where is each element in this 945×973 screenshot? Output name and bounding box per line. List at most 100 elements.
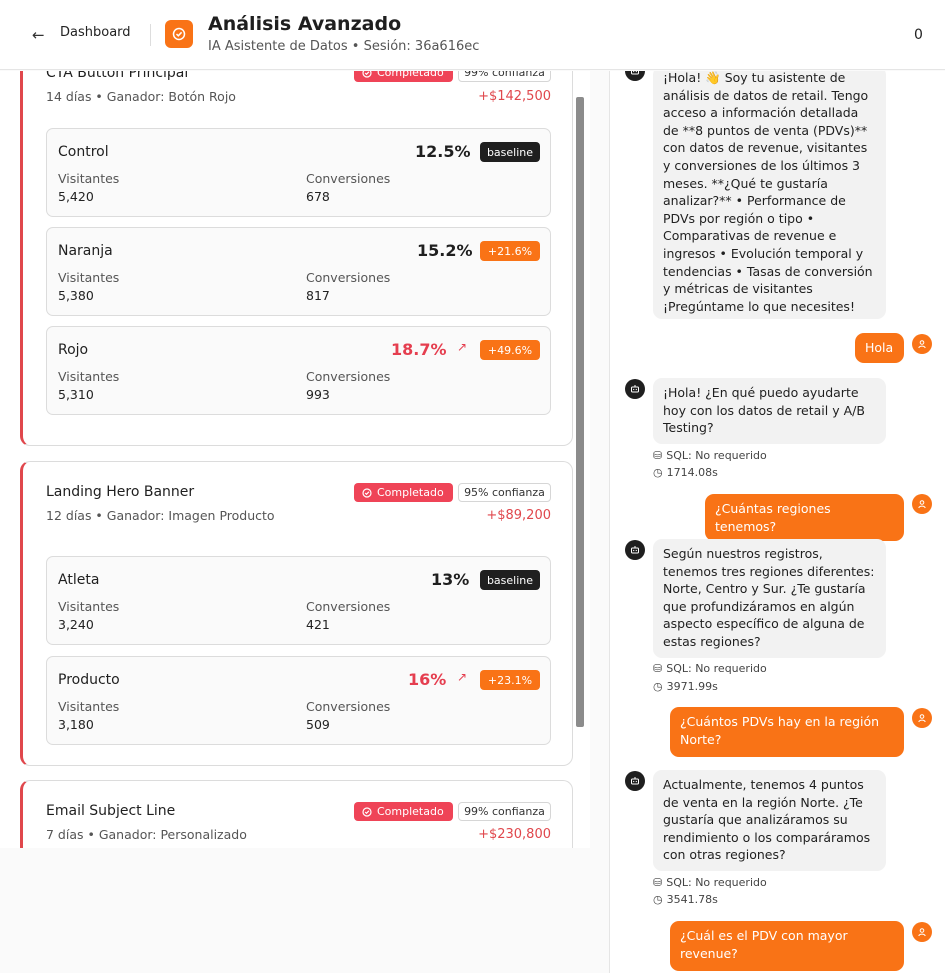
- test-revenue: +$142,500: [478, 89, 551, 104]
- conversions-label: Conversiones: [306, 599, 391, 614]
- conversions-value: 817: [306, 288, 330, 303]
- conversions-label: Conversiones: [306, 369, 391, 384]
- variant-card: Naranja 15.2% +21.6% Visitantes 5,380 Co…: [46, 227, 551, 316]
- visitors-value: 5,420: [58, 189, 94, 204]
- conversions-label: Conversiones: [306, 699, 391, 714]
- user-message: ¿Cuántas regiones tenemos?: [705, 494, 904, 542]
- check-circle-icon: [362, 487, 372, 498]
- check-circle-icon: [362, 71, 372, 78]
- trending-up-icon: ↗: [457, 670, 468, 684]
- header-divider: [150, 24, 151, 46]
- test-revenue: +$89,200: [486, 508, 551, 523]
- variant-card: Atleta 13% baseline Visitantes 3,240 Con…: [46, 556, 551, 645]
- response-time: ◷ 3541.78s: [653, 893, 718, 906]
- bot-message: ¡Hola! 👋 Soy tu asistente de análisis de…: [653, 71, 886, 319]
- ab-test-card[interactable]: Email Subject Line Completado 99% confia…: [20, 780, 573, 848]
- test-meta: 14 días • Ganador: Botón Rojo: [46, 89, 236, 104]
- visitors-value: 3,180: [58, 717, 94, 732]
- visitors-label: Visitantes: [58, 171, 120, 186]
- user-avatar-icon: [912, 708, 932, 728]
- user-avatar-icon: [912, 494, 932, 514]
- page-title: Análisis Avanzado: [208, 13, 402, 35]
- ab-test-card[interactable]: Landing Hero Banner Completado 95% confi…: [20, 461, 573, 766]
- visitors-label: Visitantes: [58, 599, 120, 614]
- variant-name: Naranja: [58, 243, 113, 259]
- variant-card-winner: Producto 16% ↗ +23.1% Visitantes 3,180 C…: [46, 656, 551, 745]
- conversion-rate: 16%: [408, 670, 447, 689]
- conversion-rate: 15.2%: [417, 241, 473, 260]
- check-circle-icon: [362, 806, 372, 817]
- uplift-pill: +21.6%: [480, 241, 540, 261]
- user-avatar-icon: [912, 922, 932, 942]
- status-badge: Completado: [354, 802, 453, 821]
- status-badge: Completado: [354, 483, 453, 502]
- baseline-pill: baseline: [480, 142, 540, 162]
- conversions-value: 509: [306, 717, 330, 732]
- sql-status: ⛁ SQL: No requerido: [653, 449, 767, 462]
- visitors-value: 3,240: [58, 617, 94, 632]
- back-arrow-icon[interactable]: ←: [32, 26, 45, 44]
- back-to-dashboard-link[interactable]: Dashboard: [60, 25, 131, 40]
- bot-avatar-icon: [625, 540, 645, 560]
- top-header: ← Dashboard Análisis Avanzado IA Asisten…: [0, 0, 945, 70]
- visitors-label: Visitantes: [58, 270, 120, 285]
- chat-panel[interactable]: ¡Hola! 👋 Soy tu asistente de análisis de…: [609, 71, 945, 973]
- trending-up-icon: ↗: [457, 340, 468, 354]
- conversion-rate: 13%: [431, 570, 470, 589]
- user-message: ¿Cuál es el PDV con mayor revenue?: [670, 921, 904, 971]
- conversions-value: 993: [306, 387, 330, 402]
- variant-name: Atleta: [58, 572, 100, 588]
- uplift-pill: +23.1%: [480, 670, 540, 690]
- clock-icon: ◷: [653, 680, 663, 693]
- database-icon: ⛁: [653, 876, 663, 889]
- user-avatar-icon: [912, 334, 932, 354]
- bot-avatar-icon: [625, 771, 645, 791]
- bot-message: Según nuestros registros, tenemos tres r…: [653, 539, 886, 658]
- uplift-pill: +49.6%: [480, 340, 540, 360]
- clock-icon: ◷: [653, 466, 663, 479]
- response-time: ◷ 1714.08s: [653, 466, 718, 479]
- variant-name: Producto: [58, 672, 120, 688]
- test-title: CTA Button Principal: [46, 71, 189, 81]
- visitors-value: 5,380: [58, 288, 94, 303]
- bot-message: ¡Hola! ¿En qué puedo ayudarte hoy con lo…: [653, 378, 886, 444]
- conversions-value: 421: [306, 617, 330, 632]
- test-title: Landing Hero Banner: [46, 484, 195, 500]
- conversion-rate: 12.5%: [415, 142, 471, 161]
- variant-name: Rojo: [58, 342, 89, 358]
- variant-card-winner: Rojo 18.7% ↗ +49.6% Visitantes 5,310 Con…: [46, 326, 551, 415]
- conversions-label: Conversiones: [306, 171, 391, 186]
- confidence-badge: 99% confianza: [458, 802, 551, 821]
- user-message: Hola: [855, 333, 904, 363]
- ab-tests-panel[interactable]: CTA Button Principal Completado 99% conf…: [0, 71, 590, 848]
- bot-avatar-icon: [625, 71, 645, 81]
- visitors-label: Visitantes: [58, 699, 120, 714]
- bot-message: Actualmente, tenemos 4 puntos de venta e…: [653, 770, 886, 871]
- page-subtitle: IA Asistente de Datos • Sesión: 36a616ec: [208, 39, 480, 54]
- status-badge: Completado: [354, 71, 453, 82]
- conversions-value: 678: [306, 189, 330, 204]
- variant-card: Control 12.5% baseline Visitantes 5,420 …: [46, 128, 551, 217]
- visitors-value: 5,310: [58, 387, 94, 402]
- confidence-badge: 99% confianza: [458, 71, 551, 82]
- test-revenue: +$230,800: [478, 827, 551, 842]
- clock-icon: ◷: [653, 893, 663, 906]
- header-counter: 0: [914, 27, 923, 43]
- analysis-app-icon: [165, 20, 193, 48]
- test-meta: 7 días • Ganador: Personalizado: [46, 827, 247, 842]
- scrollbar-thumb[interactable]: [576, 97, 584, 727]
- test-meta: 12 días • Ganador: Imagen Producto: [46, 508, 275, 523]
- variant-name: Control: [58, 144, 109, 160]
- bot-avatar-icon: [625, 379, 645, 399]
- conversion-rate: 18.7%: [391, 340, 447, 359]
- confidence-badge: 95% confianza: [458, 483, 551, 502]
- database-icon: ⛁: [653, 662, 663, 675]
- user-message: ¿Cuántos PDVs hay en la región Norte?: [670, 707, 904, 757]
- database-icon: ⛁: [653, 449, 663, 462]
- visitors-label: Visitantes: [58, 369, 120, 384]
- baseline-pill: baseline: [480, 570, 540, 590]
- test-title: Email Subject Line: [46, 803, 176, 819]
- sql-status: ⛁ SQL: No requerido: [653, 662, 767, 675]
- ab-test-card[interactable]: CTA Button Principal Completado 99% conf…: [20, 71, 573, 446]
- response-time: ◷ 3971.99s: [653, 680, 718, 693]
